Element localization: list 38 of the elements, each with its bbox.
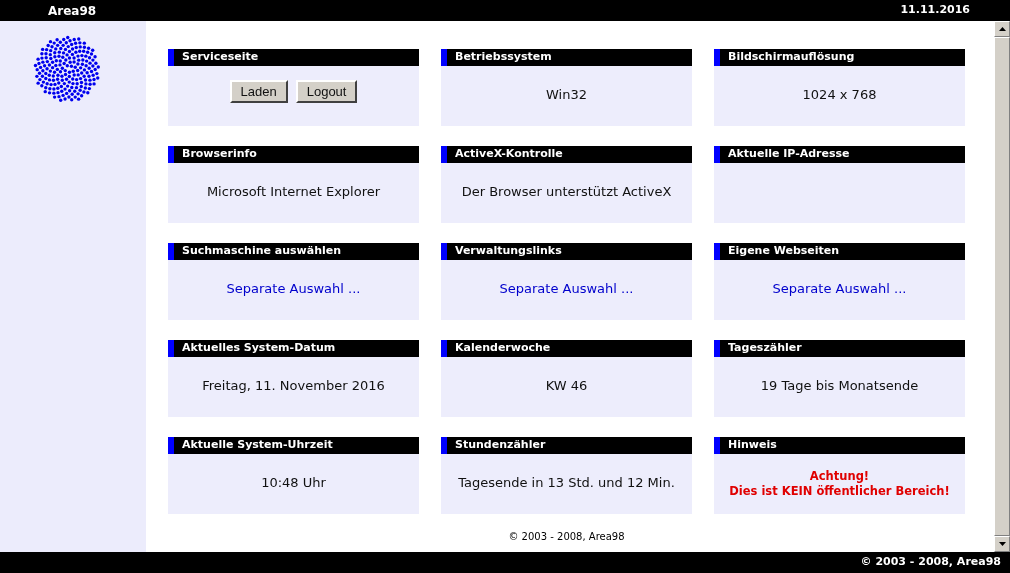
card-value: KW 46 [545,377,588,396]
card-title: Verwaltungslinks [455,243,562,260]
card-title: Kalenderwoche [455,340,551,357]
card-value: Der Browser unterstützt ActiveX [461,183,672,202]
card-title: Eigene Webseiten [728,243,840,260]
card-title: Betriebssystem [455,49,552,66]
selection-link[interactable]: Separate Auswahl ... [772,279,907,299]
card-value: 10:48 Uhr [261,474,326,493]
dot-sunflower-logo [33,35,101,103]
scroll-down-icon[interactable] [994,536,1010,552]
footer-copyright: © 2003 - 2008, Area98 [860,554,1001,571]
site-name: Area98 [48,2,97,20]
card-title: Serviceseite [182,49,259,66]
action-button[interactable]: Laden [229,80,288,103]
card-value: 19 Tage bis Monatsende [760,377,919,396]
card-value: Win32 [546,86,587,105]
card-title: Aktuelle System-Uhrzeit [182,437,333,454]
card-title: Aktuelle IP-Adresse [728,146,850,163]
card-title: Browserinfo [182,146,257,163]
card-title: Tageszähler [728,340,802,357]
card-value: Tagesende in 13 Std. und 12 Min. [458,474,675,493]
warning-text: Achtung! [809,469,870,484]
card-title: Aktuelles System-Datum [182,340,336,357]
card-value: Freitag, 11. November 2016 [202,377,385,396]
selection-link[interactable]: Separate Auswahl ... [499,279,634,299]
scroll-up-icon[interactable] [994,21,1010,37]
card-title: Stundenzähler [455,437,546,454]
card-title: Hinweis [728,437,777,454]
card-title: Suchmaschine auswählen [182,243,342,260]
selection-link[interactable]: Separate Auswahl ... [226,279,361,299]
card-title: ActiveX-Kontrolle [455,146,563,163]
card-title: Bildschirmauflösung [728,49,855,66]
header-date: 11.11.2016 [900,2,970,19]
action-button[interactable]: Logout [295,80,358,103]
card-value: Microsoft Internet Explorer [206,183,381,202]
warning-text: Dies ist KEIN öffentlicher Bereich! [729,484,950,499]
copyright-text: © 2003 - 2008, Area98 [508,530,625,544]
card-value: 1024 x 768 [802,86,877,105]
